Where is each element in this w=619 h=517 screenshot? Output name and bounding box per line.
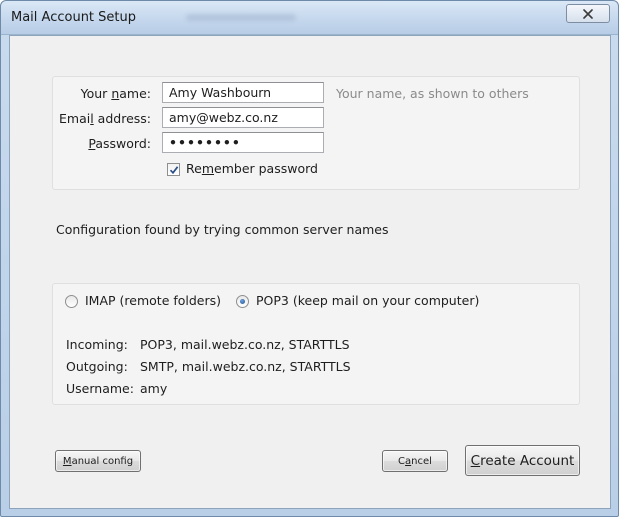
your-name-input[interactable]: Amy Washbourn: [162, 82, 324, 103]
close-icon: [583, 8, 593, 19]
imap-radio[interactable]: [65, 295, 78, 308]
cancel-button[interactable]: Ca ncel: [382, 450, 448, 472]
your-name-label: Your name:: [80, 86, 151, 101]
dialog-body: Your name: Amy Washbourn Your name, as s…: [9, 35, 611, 509]
configuration-status-message: Configuration found by trying common ser…: [56, 222, 389, 237]
close-button[interactable]: [566, 4, 610, 23]
mail-account-setup-window: Mail Account Setup Your name: Amy Washbo…: [0, 0, 619, 517]
manual-config-button[interactable]: Manual config: [55, 450, 141, 472]
server-config-panel: IMAP (remote folders) POP3 (keep mail on…: [52, 283, 580, 405]
outgoing-label: Outgoing:: [66, 359, 128, 374]
email-address-input[interactable]: amy@webz.co.nz: [162, 107, 324, 128]
incoming-label: Incoming:: [66, 337, 128, 352]
remember-password-checkbox[interactable]: [167, 163, 180, 176]
pop3-radio[interactable]: [236, 295, 249, 308]
radio-selected-dot: [240, 299, 245, 304]
identity-panel: Your name: Amy Washbourn Your name, as s…: [52, 76, 580, 190]
check-icon: [169, 165, 178, 174]
imap-radio-label[interactable]: IMAP (remote folders): [85, 293, 221, 308]
password-label: Password:: [88, 136, 151, 151]
create-account-button[interactable]: Create Account: [465, 445, 580, 476]
incoming-value: POP3, mail.webz.co.nz, STARTTLS: [140, 337, 350, 352]
outgoing-value: SMTP, mail.webz.co.nz, STARTTLS: [140, 359, 351, 374]
remember-password-label[interactable]: Remember password: [186, 161, 318, 176]
username-label: Username:: [66, 381, 134, 396]
password-input[interactable]: ••••••••: [162, 132, 324, 153]
email-address-label: Email address:: [59, 111, 151, 126]
blurred-title-area: [186, 14, 296, 21]
your-name-hint: Your name, as shown to others: [336, 86, 529, 101]
title-bar[interactable]: Mail Account Setup: [1, 1, 618, 35]
username-value: amy: [140, 381, 168, 396]
window-title: Mail Account Setup: [11, 10, 136, 25]
pop3-radio-label[interactable]: POP3 (keep mail on your computer): [256, 293, 479, 308]
